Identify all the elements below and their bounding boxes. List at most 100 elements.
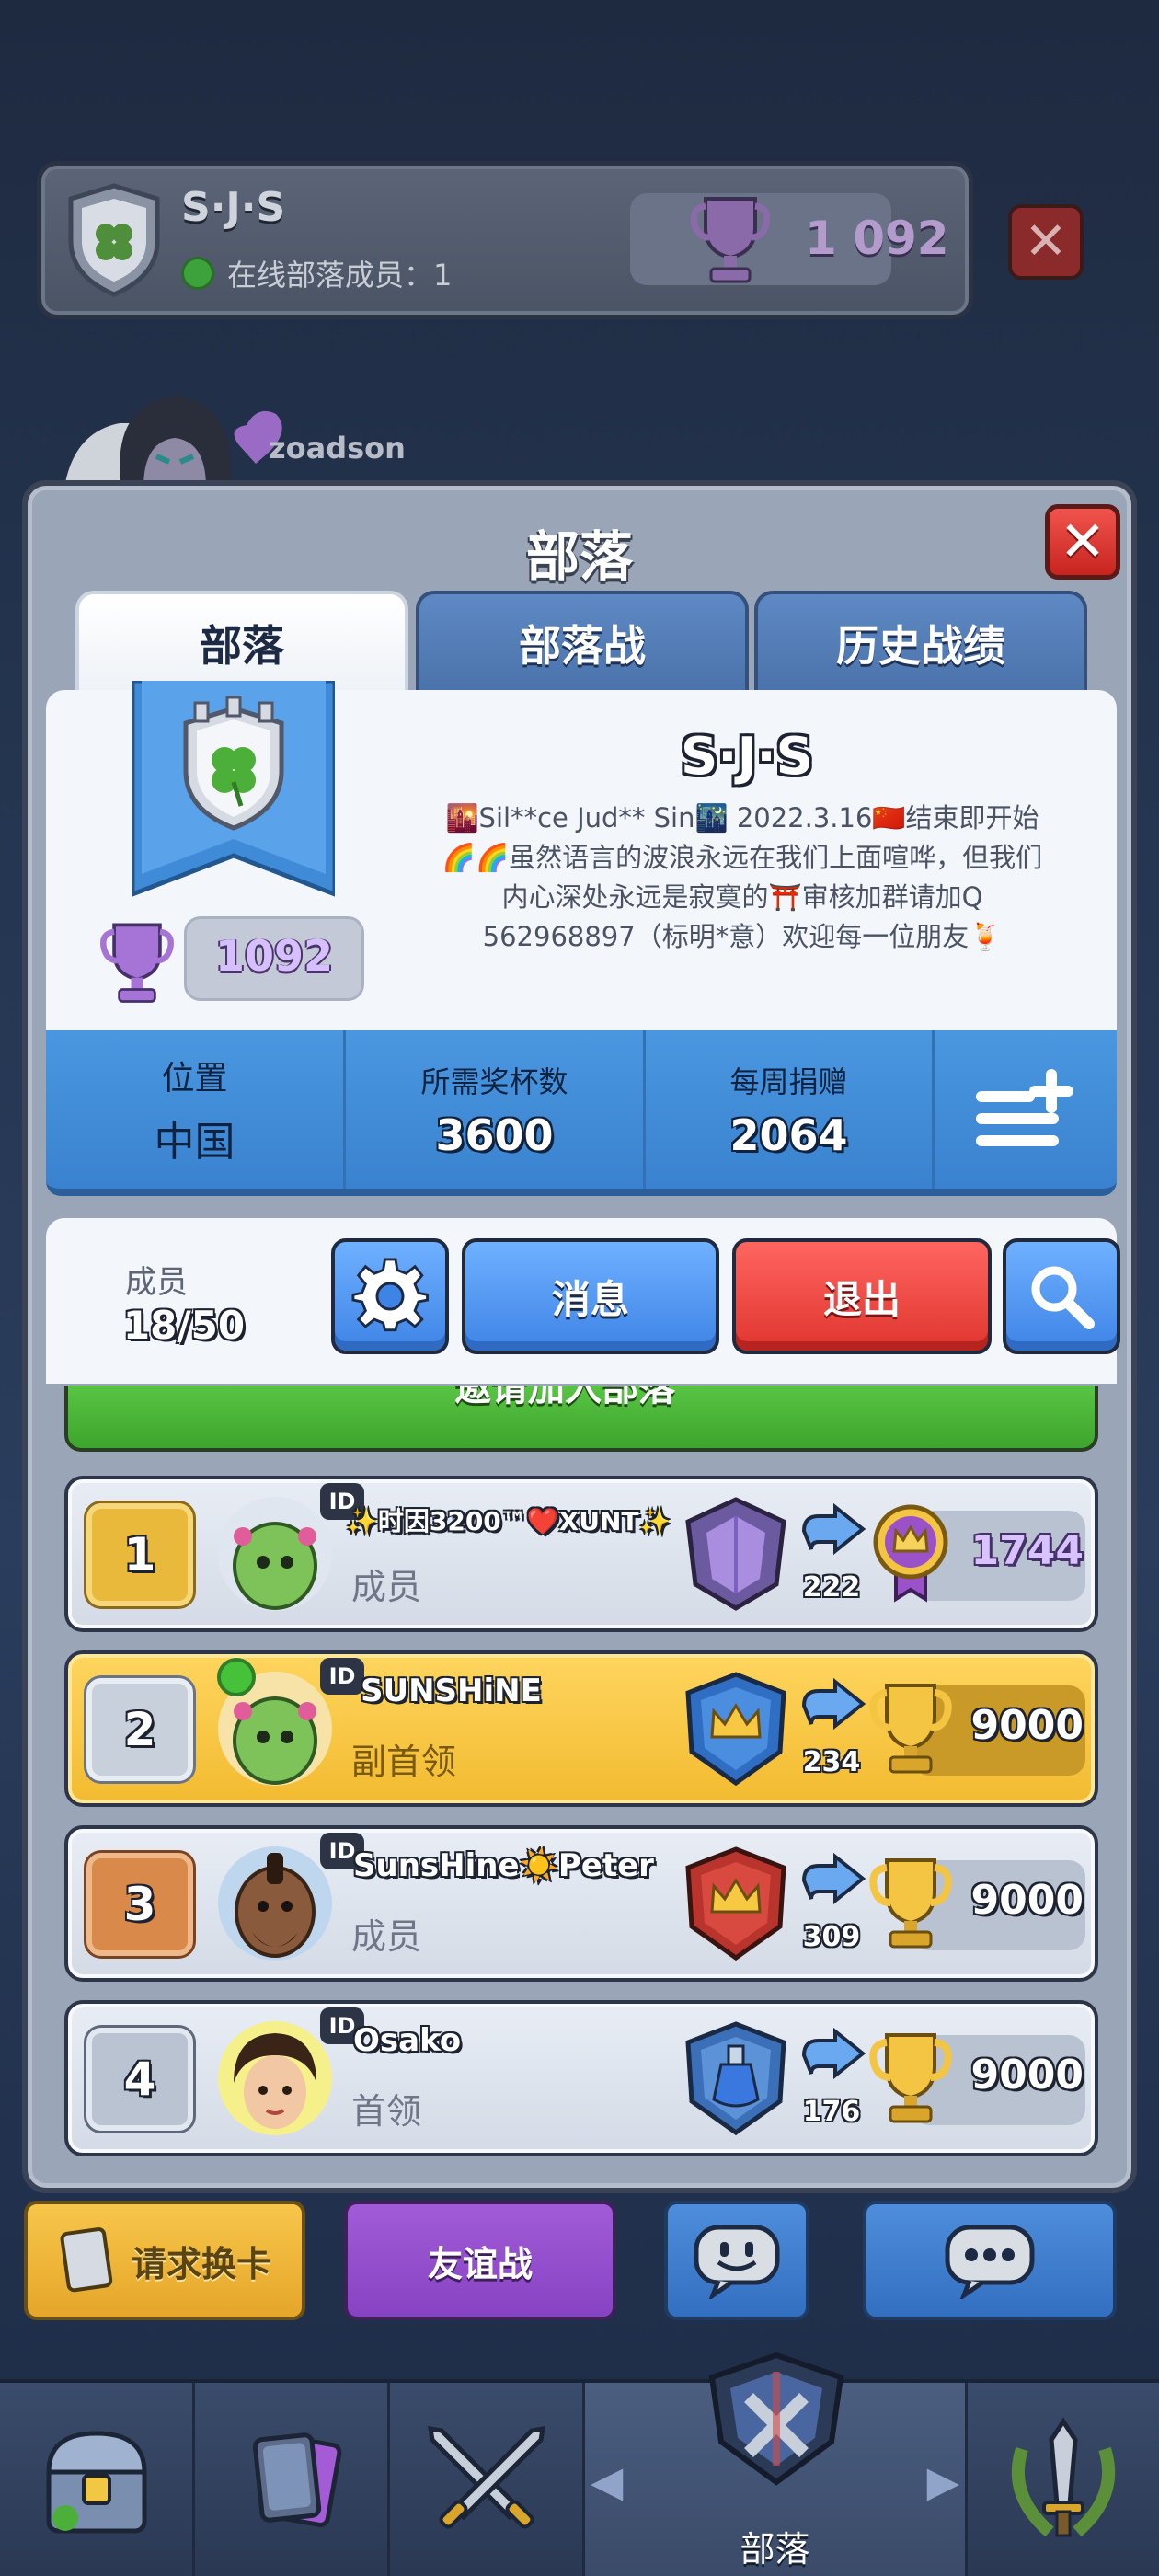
messages-button[interactable]: 消息 (462, 1238, 719, 1354)
members-label: 成员 (125, 1264, 188, 1301)
arena-crown-icon (685, 1672, 786, 1787)
nav-cards[interactable] (195, 2383, 390, 2576)
bg-close-button[interactable]: ✕ (1008, 204, 1084, 280)
member-row-1[interactable]: 1 ID ✨时因3200™❤️XUNT✨ 成员 222 1744 (64, 1476, 1098, 1632)
trophy-icon (690, 197, 771, 283)
trophy-icon (100, 923, 174, 1003)
member-score: 9000 (970, 2052, 1084, 2099)
clan-shield-icon (68, 183, 160, 297)
member-name: SunsHine☀️Peter (353, 1847, 654, 1884)
leave-clan-button[interactable]: 退出 (732, 1238, 992, 1354)
stat-label: 每周捐赠 (729, 1064, 848, 1099)
search-button[interactable] (1003, 1238, 1120, 1354)
member-score: 9000 (970, 1702, 1084, 1749)
clan-menu-button[interactable] (935, 1030, 1117, 1189)
tab-clan[interactable]: 部落 (75, 591, 408, 692)
nav-clan[interactable]: ◀ ▶ 部落 (585, 2352, 968, 2576)
donation-count: 222 (802, 1571, 861, 1604)
arena-shield-icon (685, 1846, 786, 1961)
request-cards-button[interactable]: 请求换卡 (24, 2201, 305, 2320)
online-dot-icon (181, 257, 214, 290)
clan-info-card: 1092 S·J·S 🌇Sil**ce Jud** Sin🌃 2022.3.16… (46, 681, 1117, 1030)
chevron-left-icon: ◀ (591, 2456, 624, 2506)
tab-war-history[interactable]: 历史战绩 (754, 591, 1087, 692)
stat-value: 中国 (154, 1119, 235, 1166)
close-icon: ✕ (1024, 212, 1068, 271)
chat-bubble-icon (945, 2225, 1035, 2299)
bg-clan-name: S·J·S (181, 184, 286, 231)
rank-badge: 1 (86, 1503, 193, 1606)
member-row-2[interactable]: 2 ID SUNSHiNE 副首领 234 9000 (64, 1650, 1098, 1807)
bg-trophy-value: 1 092 (805, 212, 949, 265)
member-role: 成员 (351, 1567, 422, 1607)
arena-crystal-icon (685, 1497, 786, 1611)
clan-description-line: 562968897（标明*意）欢迎每一位朋友🍹 (482, 921, 1003, 952)
tab-label: 部落 (200, 621, 284, 671)
cards-icon (252, 2432, 341, 2527)
crossed-swords-icon (427, 2425, 545, 2529)
donation-arrow-icon (801, 2028, 866, 2080)
nav-shop[interactable] (0, 2383, 195, 2576)
stat-label: 位置 (161, 1060, 228, 1098)
donation-arrow-icon (801, 1503, 866, 1556)
button-label: 请求换卡 (131, 2243, 271, 2284)
tab-label: 部落战 (519, 621, 646, 671)
treasure-chest-icon (45, 2431, 147, 2534)
clan-description-line: 内心深处永远是寂寞的⛩️审核加群请加Q (501, 881, 983, 913)
id-badge: ID (320, 1658, 364, 1695)
emote-button[interactable] (664, 2201, 809, 2320)
button-label: 友谊战 (427, 2243, 533, 2284)
clan-stats-bar: 位置 中国 所需奖杯数 3600 每周捐赠 2064 (46, 1030, 1117, 1196)
online-indicator (217, 1658, 256, 1696)
player-avatar-icon (64, 396, 282, 488)
stat-required-trophies: 所需奖杯数 3600 (346, 1030, 646, 1189)
donation-count: 234 (802, 1746, 861, 1778)
clan-header-background: S·J·S 在线部落成员：1 1 092 (37, 161, 973, 319)
clan-panel: 部落 ✕ 部落 部落战 历史战绩 1092 S·J·S 🌇Sil**ce Jud… (22, 480, 1137, 2193)
bottom-nav: ◀ ▶ 部落 (0, 2352, 1159, 2576)
friendly-battle-button[interactable]: 友谊战 (344, 2201, 616, 2320)
member-score: 9000 (970, 1877, 1084, 1924)
emote-bubble-icon (694, 2225, 780, 2299)
laurel-sword-icon (1011, 2417, 1116, 2537)
stat-value: 2064 (729, 1110, 848, 1160)
search-icon (1031, 1266, 1095, 1329)
clan-badge-icon (132, 681, 335, 897)
donation-count: 176 (802, 2096, 861, 2128)
clan-trophy-value: 1092 (214, 931, 334, 981)
settings-button[interactable] (331, 1238, 449, 1354)
stat-location: 位置 中国 (46, 1030, 346, 1189)
cactus-avatar-icon (218, 1497, 332, 1611)
princess-avatar-icon (218, 2021, 332, 2135)
button-label: 消息 (551, 1276, 629, 1322)
chat-button[interactable] (863, 2201, 1117, 2320)
nav-events[interactable] (968, 2383, 1159, 2576)
invite-to-clan-button[interactable]: 邀请加入部落 (64, 1386, 1098, 1452)
bg-player-name: zoadson (269, 431, 406, 466)
nav-battle[interactable] (390, 2383, 585, 2576)
close-button[interactable]: ✕ (1045, 504, 1120, 580)
bg-online-text: 在线部落成员：1 (227, 258, 453, 293)
rank-badge: 2 (86, 1678, 193, 1781)
tab-label: 历史战绩 (836, 621, 1005, 671)
donation-count: 309 (802, 1921, 861, 1953)
arena-potion-icon (685, 2021, 786, 2136)
clan-description-line: 🌈🌈虽然语言的波浪永远在我们上面喧哗，但我们 (442, 842, 1043, 873)
tab-clan-war[interactable]: 部落战 (416, 591, 749, 692)
chevron-right-icon: ▶ (926, 2456, 959, 2506)
panel-title: 部落 (525, 525, 633, 588)
member-name: Osako (353, 2022, 462, 2059)
member-row-3[interactable]: 3 ID SunsHine☀️Peter 成员 309 9000 (64, 1825, 1098, 1982)
stat-label: 所需奖杯数 (420, 1064, 568, 1099)
donation-arrow-icon (801, 1853, 866, 1905)
member-role: 副首领 (351, 1742, 457, 1782)
rank-badge: 3 (86, 1853, 193, 1956)
member-score: 1744 (970, 1527, 1084, 1574)
hog-rider-avatar-icon (218, 1846, 332, 1961)
member-name: ✨时因3200™❤️XUNT✨ (346, 1506, 671, 1536)
members-count: 18/50 (122, 1303, 246, 1348)
nav-clan-label: 部落 (740, 2529, 810, 2570)
close-icon: ✕ (1059, 510, 1107, 574)
member-row-4[interactable]: 4 ID Osako 首领 176 9000 (64, 2000, 1098, 2156)
member-role: 首领 (351, 2091, 422, 2132)
